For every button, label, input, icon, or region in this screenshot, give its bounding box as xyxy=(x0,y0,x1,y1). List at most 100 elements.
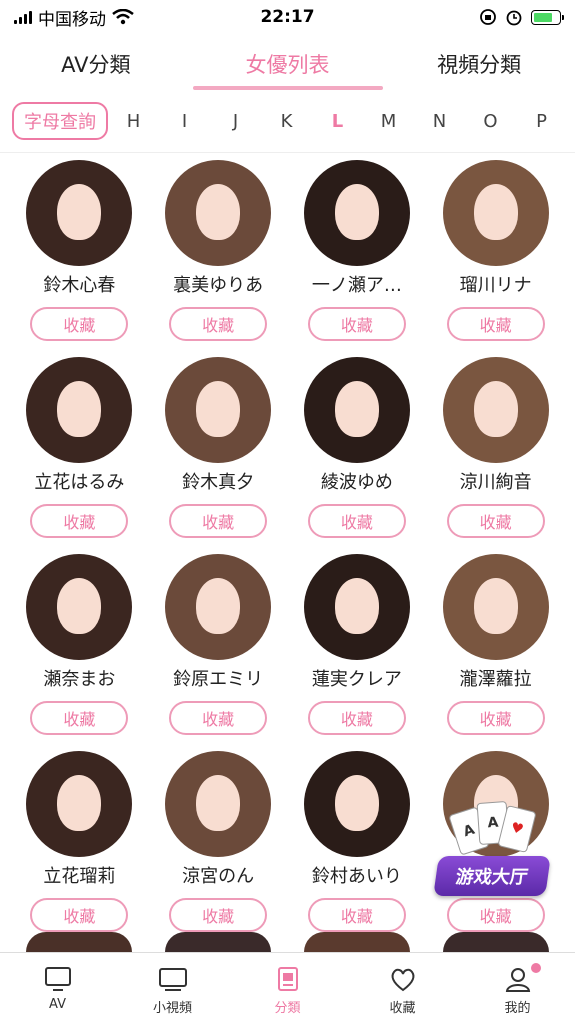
letter-O[interactable]: O xyxy=(476,111,506,132)
nav-label: 收藏 xyxy=(389,1001,416,1016)
favorite-button[interactable]: 收藏 xyxy=(30,504,129,538)
letter-filter-bar: 字母查詢 HIJKLMNOP xyxy=(0,98,575,144)
letter-list: HIJKLMNOP xyxy=(108,111,575,132)
favorite-button[interactable]: 收藏 xyxy=(30,701,129,735)
favorite-button[interactable]: 收藏 xyxy=(307,307,406,341)
avatar[interactable] xyxy=(165,554,272,660)
avatar-face xyxy=(57,381,102,437)
avatar[interactable] xyxy=(26,160,133,266)
battery-icon xyxy=(531,9,564,25)
tab-2[interactable]: 視頻分類 xyxy=(383,38,575,90)
actress-name: 綾波ゆめ xyxy=(320,472,393,493)
tab-0[interactable]: AV分類 xyxy=(0,38,192,90)
nav-item-4[interactable]: 我的 xyxy=(460,953,575,1024)
avatar[interactable] xyxy=(165,357,272,463)
avatar-face xyxy=(473,184,518,240)
favorite-button[interactable]: 收藏 xyxy=(30,898,129,932)
letter-I[interactable]: I xyxy=(170,111,200,132)
favorite-button[interactable]: 收藏 xyxy=(446,307,545,341)
actress-card[interactable]: 立花瑠莉 收藏 xyxy=(10,751,149,932)
actress-card[interactable]: 瑠川リナ 收藏 xyxy=(426,160,565,341)
actress-card[interactable]: 立花はるみ 收藏 xyxy=(10,357,149,538)
avatar[interactable] xyxy=(26,357,133,463)
letter-P[interactable]: P xyxy=(527,111,557,132)
heart-icon xyxy=(391,968,414,992)
letter-M[interactable]: M xyxy=(374,111,404,132)
nav-item-3[interactable]: 收藏 xyxy=(345,953,460,1024)
avatar-face xyxy=(57,184,102,240)
actress-card[interactable]: 涼川絢音 收藏 xyxy=(426,357,565,538)
nav-item-2[interactable]: 分類 xyxy=(230,953,345,1024)
nav-item-0[interactable]: AV xyxy=(0,953,115,1024)
letter-J[interactable]: J xyxy=(221,111,251,132)
letter-L[interactable]: L xyxy=(323,111,353,132)
nav-label: 小視頻 xyxy=(152,1001,192,1016)
actress-card[interactable]: 瀬奈まお 收藏 xyxy=(10,554,149,735)
favorite-button[interactable]: 收藏 xyxy=(30,307,129,341)
top-tabs: AV分類 女優列表 視頻分類 xyxy=(0,38,575,90)
letter-K[interactable]: K xyxy=(272,111,302,132)
actress-card[interactable]: 鈴木真夕 收藏 xyxy=(149,357,288,538)
avatar-face xyxy=(334,578,379,634)
letter-N[interactable]: N xyxy=(425,111,455,132)
nav-label: 我的 xyxy=(504,1001,531,1016)
actress-card[interactable]: 瀧澤蘿拉 收藏 xyxy=(426,554,565,735)
avatar[interactable] xyxy=(442,554,549,660)
favorite-button[interactable]: 收藏 xyxy=(169,307,268,341)
actress-card[interactable]: 裏美ゆりあ 收藏 xyxy=(149,160,288,341)
wifi-icon xyxy=(112,9,134,25)
nav-item-1[interactable]: 小視頻 xyxy=(115,953,230,1024)
favorite-button[interactable]: 收藏 xyxy=(169,898,268,932)
favorite-button[interactable]: 收藏 xyxy=(169,504,268,538)
actress-name: 瀧澤蘿拉 xyxy=(459,669,532,690)
actress-card[interactable]: 綾波ゆめ 收藏 xyxy=(288,357,427,538)
divider xyxy=(0,152,575,153)
avatar[interactable] xyxy=(165,160,272,266)
avatar-face xyxy=(196,578,241,634)
actress-card[interactable]: 一ノ瀬ア… 收藏 xyxy=(288,160,427,341)
avatar[interactable] xyxy=(442,357,549,463)
avatar[interactable] xyxy=(442,160,549,266)
letter-query-button[interactable]: 字母查詢 xyxy=(12,102,108,140)
nav-label: AV xyxy=(49,997,66,1012)
avatar[interactable] xyxy=(26,751,133,857)
avatar[interactable] xyxy=(303,554,410,660)
avatar xyxy=(165,932,272,952)
actress-name: 瀬奈まお xyxy=(43,669,116,690)
favorite-button[interactable]: 收藏 xyxy=(307,701,406,735)
alarm-icon xyxy=(506,10,522,26)
actress-name: 涼宮のん xyxy=(182,866,255,887)
rotation-lock-icon xyxy=(480,9,496,25)
nav-label: 分類 xyxy=(274,1001,301,1016)
actress-name: 涼川絢音 xyxy=(459,472,532,493)
next-row-peek xyxy=(10,932,565,952)
letter-H[interactable]: H xyxy=(119,111,149,132)
tab-1[interactable]: 女優列表 xyxy=(192,38,384,90)
actress-card[interactable]: 涼宮のん 收藏 xyxy=(149,751,288,932)
avatar[interactable] xyxy=(26,554,133,660)
tv-icon xyxy=(44,967,71,991)
favorite-button[interactable]: 收藏 xyxy=(307,504,406,538)
actress-card[interactable]: 鈴木心春 收藏 xyxy=(10,160,149,341)
avatar[interactable] xyxy=(303,160,410,266)
actress-name: 鈴木真夕 xyxy=(182,472,255,493)
avatar[interactable] xyxy=(303,751,410,857)
actress-card[interactable]: 蓮実クレア 收藏 xyxy=(288,554,427,735)
avatar-face xyxy=(196,381,241,437)
game-lobby-badge[interactable]: A A ♥ 游戏大厅 xyxy=(433,800,551,910)
avatar[interactable] xyxy=(303,357,410,463)
actress-name: 鈴原エミリ xyxy=(173,669,264,690)
actress-card[interactable]: 鈴原エミリ 收藏 xyxy=(149,554,288,735)
monitor-icon xyxy=(158,968,187,991)
avatar[interactable] xyxy=(165,751,272,857)
favorite-button[interactable]: 收藏 xyxy=(446,504,545,538)
avatar-face xyxy=(57,578,102,634)
favorite-button[interactable]: 收藏 xyxy=(446,701,545,735)
favorite-button[interactable]: 收藏 xyxy=(169,701,268,735)
avatar-face xyxy=(196,184,241,240)
favorite-button[interactable]: 收藏 xyxy=(307,898,406,932)
actress-card[interactable]: 鈴村あいり 收藏 xyxy=(288,751,427,932)
avatar-face xyxy=(473,381,518,437)
avatar xyxy=(442,932,549,952)
user-icon xyxy=(505,968,530,992)
